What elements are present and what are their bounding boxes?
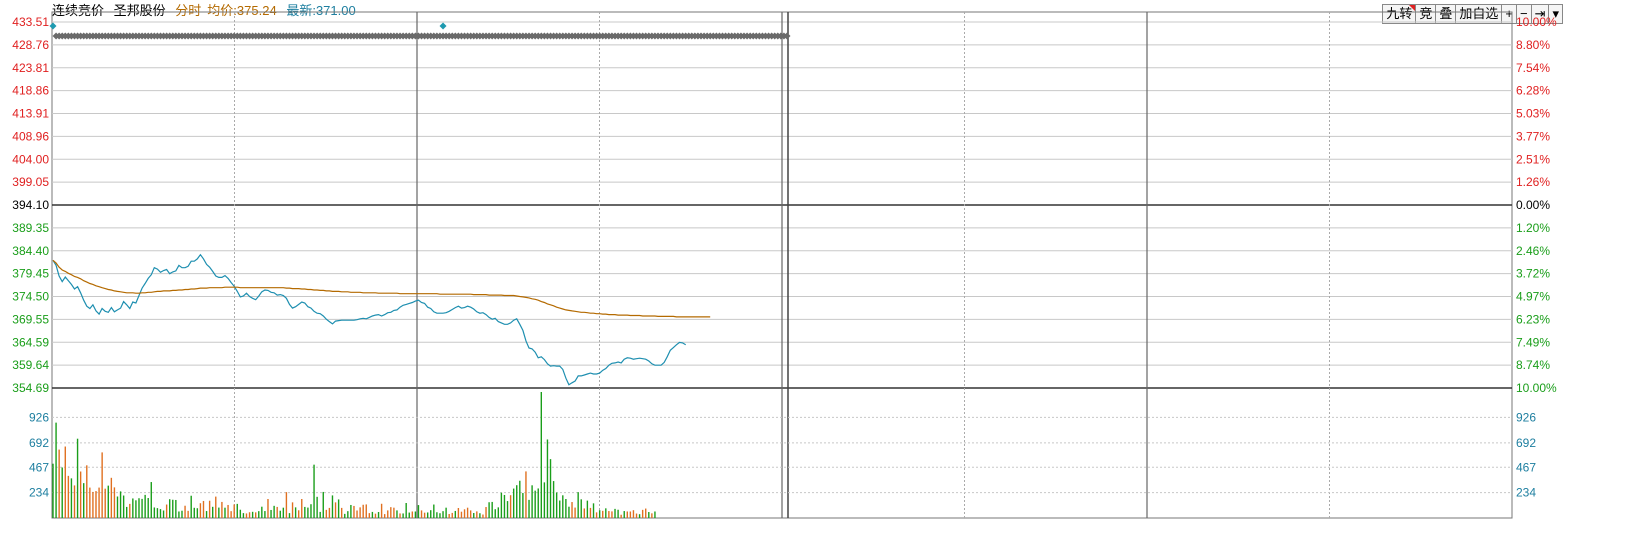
percent-tick-label-right: 3.72% xyxy=(1516,267,1550,281)
percent-tick-label-right: 1.26% xyxy=(1516,175,1550,189)
price-tick-label-left: 433.51 xyxy=(12,15,49,29)
volume-tick-label-right: 926 xyxy=(1516,410,1536,424)
percent-tick-label-right: 4.97% xyxy=(1516,290,1550,304)
percent-tick-label-right: 7.49% xyxy=(1516,335,1550,349)
percent-tick-label-right: 7.54% xyxy=(1516,61,1550,75)
percent-tick-label-right: 8.80% xyxy=(1516,38,1550,52)
volume-tick-label-left: 234 xyxy=(29,486,49,500)
percent-tick-label-right: 3.77% xyxy=(1516,129,1550,143)
price-tick-label-left: 384.40 xyxy=(12,244,49,258)
volume-tick-label-left: 926 xyxy=(29,410,49,424)
volume-tick-label-right: 467 xyxy=(1516,460,1536,474)
signal-marker-top xyxy=(439,22,447,30)
price-tick-label-left: 423.81 xyxy=(12,61,49,75)
price-tick-label-left: 394.10 xyxy=(12,198,49,212)
percent-tick-label-right: 2.46% xyxy=(1516,244,1550,258)
volume-tick-label-left: 467 xyxy=(29,460,49,474)
avg-price-line xyxy=(52,259,711,318)
price-tick-label-left: 418.86 xyxy=(12,84,49,98)
volume-tick-label-right: 692 xyxy=(1516,436,1536,450)
percent-tick-label-right: 8.74% xyxy=(1516,358,1550,372)
percent-tick-label-right: 2.51% xyxy=(1516,152,1550,166)
price-tick-label-left: 413.91 xyxy=(12,107,49,121)
percent-tick-label-right: 5.03% xyxy=(1516,107,1550,121)
percent-tick-label-right: 0.00% xyxy=(1516,198,1550,212)
price-tick-label-left: 408.96 xyxy=(12,129,49,143)
intraday-chart[interactable]: 433.51 10.00% 428.76 8.80% 423.81 7.54% 418.86… xyxy=(0,0,1633,544)
percent-tick-label-right: 1.20% xyxy=(1516,221,1550,235)
price-tick-label-left: 374.50 xyxy=(12,290,49,304)
signal-marker-top xyxy=(49,22,57,30)
price-tick-label-left: 359.64 xyxy=(12,358,49,372)
price-tick-label-left: 369.55 xyxy=(12,312,49,326)
price-tick-label-left: 379.45 xyxy=(12,267,49,281)
volume-tick-label-right: 234 xyxy=(1516,486,1536,500)
price-tick-label-left: 364.59 xyxy=(12,335,49,349)
price-tick-label-left: 399.05 xyxy=(12,175,49,189)
price-tick-label-left: 389.35 xyxy=(12,221,49,235)
percent-tick-label-right: 10.00% xyxy=(1516,381,1557,395)
percent-tick-label-right: 10.00% xyxy=(1516,15,1557,29)
volume-tick-label-left: 692 xyxy=(29,436,49,450)
price-tick-label-left: 354.69 xyxy=(12,381,49,395)
percent-tick-label-right: 6.23% xyxy=(1516,312,1550,326)
percent-tick-label-right: 6.28% xyxy=(1516,84,1550,98)
price-tick-label-left: 428.76 xyxy=(12,38,49,52)
price-tick-label-left: 404.00 xyxy=(12,152,49,166)
